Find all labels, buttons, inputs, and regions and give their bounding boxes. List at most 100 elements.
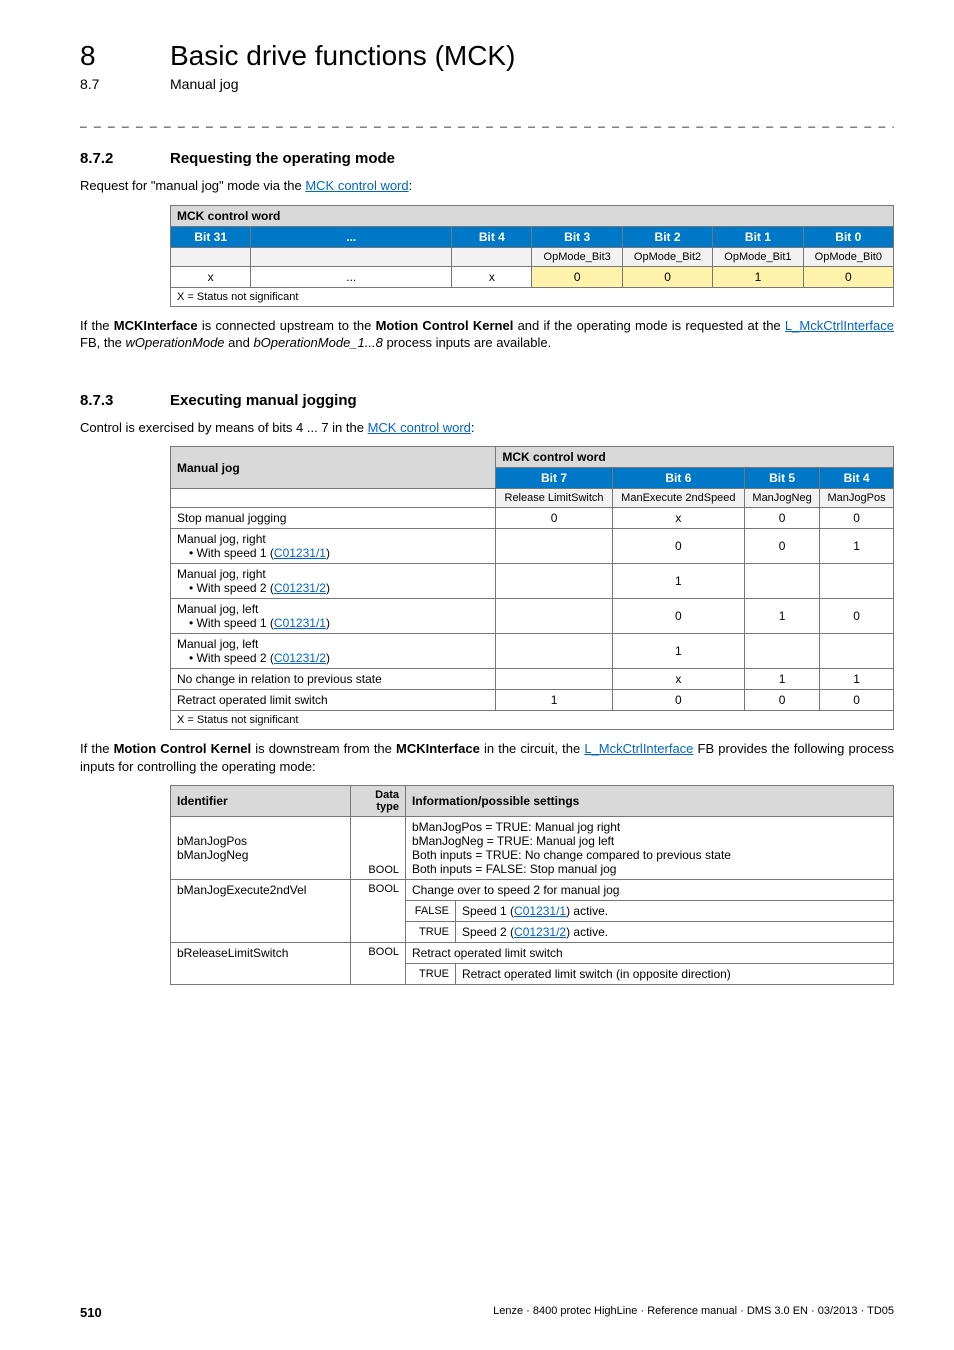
col-bit1: Bit 1 (713, 226, 803, 247)
text: ) (326, 581, 330, 595)
text: ) (326, 651, 330, 665)
table-footnote: X = Status not significant (171, 287, 894, 306)
info-cell: Speed 2 (C01231/2) active. (456, 922, 894, 943)
val-cell: 1 (713, 266, 803, 287)
mck-control-word-link[interactable]: MCK control word (305, 178, 408, 193)
text: Speed 2 ( (462, 925, 514, 939)
footer-info: Lenze · 8400 protec HighLine · Reference… (493, 1305, 894, 1320)
val-cell: 0 (612, 599, 744, 634)
section-title: Manual jog (170, 76, 239, 92)
sub-cell: OpMode_Bit0 (803, 247, 893, 266)
col-identifier: Identifier (171, 786, 351, 817)
mckctrlinterface-link[interactable]: L_MckCtrlInterface (584, 741, 693, 756)
c01231-link[interactable]: C01231/1 (274, 616, 326, 630)
after-873: If the Motion Control Kernel is downstre… (80, 740, 894, 775)
col-bit0: Bit 0 (803, 226, 893, 247)
c01231-link[interactable]: C01231/2 (274, 651, 326, 665)
val-cell: 0 (496, 508, 612, 529)
text: and (225, 335, 254, 350)
table-caption-right: MCK control word (496, 447, 894, 468)
val-cell: x (171, 266, 251, 287)
row-label: Stop manual jogging (171, 508, 496, 529)
val-cell (820, 634, 894, 669)
text: Manual jog, left (177, 602, 258, 616)
text: bManJogPos (177, 834, 247, 848)
val-cell: 1 (745, 669, 820, 690)
text: in the circuit, the (480, 741, 584, 756)
identifier-cell: bReleaseLimitSwitch (171, 943, 351, 985)
c01231-link[interactable]: C01231/2 (274, 581, 326, 595)
val-cell: 0 (745, 508, 820, 529)
text: • With speed 2 ( (189, 581, 274, 595)
val-cell: x (612, 669, 744, 690)
row-label: Manual jog, left• With speed 1 (C01231/1… (171, 599, 496, 634)
c01231-2-link[interactable]: C01231/2 (514, 925, 566, 939)
section-number: 8.7 (80, 76, 170, 92)
col-datatype: Data type (351, 786, 406, 817)
manual-jog-table: Manual jog MCK control word Bit 7 Bit 6 … (170, 446, 894, 730)
text: is connected upstream to the (198, 318, 376, 333)
sub-cell: OpMode_Bit2 (622, 247, 712, 266)
val-cell (820, 564, 894, 599)
val-cell: 0 (612, 529, 744, 564)
sub-cell (452, 247, 532, 266)
text: is downstream from the (251, 741, 396, 756)
val-cell: 1 (820, 669, 894, 690)
section-header: 8.7 Manual jog (80, 76, 894, 92)
sub-cell: Release LimitSwitch (496, 489, 612, 508)
val-cell: 0 (622, 266, 712, 287)
text: and if the operating mode is requested a… (513, 318, 785, 333)
intro-872: Request for "manual jog" mode via the MC… (80, 177, 894, 195)
val-cell: 1 (820, 529, 894, 564)
sub-cell (171, 247, 251, 266)
col-bit6: Bit 6 (612, 468, 744, 489)
value-label: TRUE (406, 964, 456, 985)
col-bit4: Bit 4 (820, 468, 894, 489)
col-bit7: Bit 7 (496, 468, 612, 489)
val-cell: 1 (745, 599, 820, 634)
val-cell: 0 (532, 266, 622, 287)
info-cell: Speed 1 (C01231/1) active. (456, 901, 894, 922)
datatype-cell: BOOL (351, 817, 406, 880)
heading-title: Requesting the operating mode (170, 150, 395, 167)
table-footnote: X = Status not significant (171, 711, 894, 730)
val-cell: 0 (820, 599, 894, 634)
text: bOperationMode_1...8 (253, 335, 382, 350)
c01231-link[interactable]: C01231/1 (274, 546, 326, 560)
value-label: TRUE (406, 922, 456, 943)
text: If the (80, 741, 114, 756)
text: FB, the (80, 335, 126, 350)
c01231-1-link[interactable]: C01231/1 (514, 904, 566, 918)
row-label: Manual jog, right• With speed 2 (C01231/… (171, 564, 496, 599)
table-caption-left: Manual jog (171, 447, 496, 489)
val-cell (496, 599, 612, 634)
row-label: No change in relation to previous state (171, 669, 496, 690)
chapter-title: Basic drive functions (MCK) (170, 40, 515, 72)
text: • With speed 2 ( (189, 651, 274, 665)
text: Request for "manual jog" mode via the (80, 178, 305, 193)
text: Both inputs = TRUE: No change compared t… (412, 848, 731, 862)
col-ellipsis: ... (251, 226, 452, 247)
chapter-number: 8 (80, 40, 170, 72)
val-cell: 1 (496, 690, 612, 711)
text: bManJogNeg = TRUE: Manual jog left (412, 834, 614, 848)
sub-cell: OpMode_Bit3 (532, 247, 622, 266)
text: : (471, 420, 475, 435)
mck-control-word-link[interactable]: MCK control word (368, 420, 471, 435)
val-cell: ... (251, 266, 452, 287)
val-cell: x (612, 508, 744, 529)
info-cell: Change over to speed 2 for manual jog (406, 880, 894, 901)
chapter-header: 8 Basic drive functions (MCK) (80, 40, 894, 72)
mckctrlinterface-link[interactable]: L_MckCtrlInterface (785, 318, 894, 333)
val-cell: 0 (745, 529, 820, 564)
text: : (409, 178, 413, 193)
sub-cell: ManJogNeg (745, 489, 820, 508)
val-cell (496, 529, 612, 564)
val-cell (496, 564, 612, 599)
text: • With speed 1 ( (189, 546, 274, 560)
row-label: Manual jog, left• With speed 2 (C01231/2… (171, 634, 496, 669)
text: bManJogPos = TRUE: Manual jog right (412, 820, 620, 834)
text: ) (326, 546, 330, 560)
text: Manual jog, left (177, 637, 258, 651)
text: Control is exercised by means of bits 4 … (80, 420, 368, 435)
